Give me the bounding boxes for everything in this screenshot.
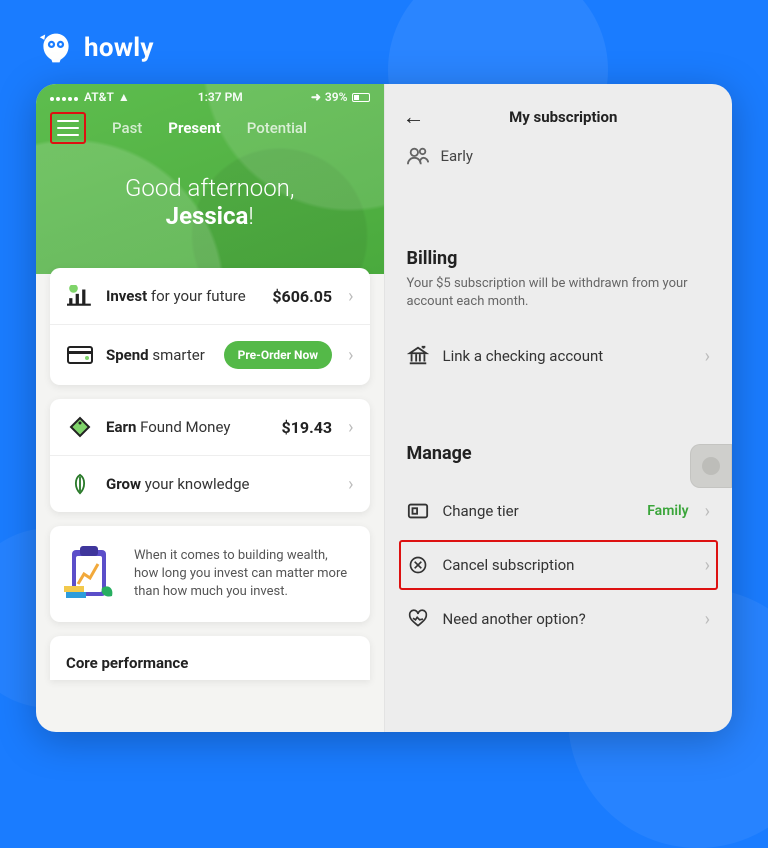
battery-icon	[352, 93, 370, 102]
billing-heading: Billing	[385, 248, 733, 275]
assistive-touch-button[interactable]	[690, 444, 732, 488]
promo-card[interactable]: When it comes to building wealth, how lo…	[50, 526, 370, 622]
hamburger-icon	[57, 120, 79, 136]
chart-icon	[66, 284, 94, 308]
row-change-tier[interactable]: Change tier Family ›	[385, 484, 733, 538]
row-link-account[interactable]: Link a checking account ›	[385, 329, 733, 383]
leaf-icon	[66, 472, 94, 496]
chevron-right-icon: ›	[705, 501, 710, 522]
current-tier-value: Family	[647, 503, 688, 519]
chevron-right-icon: ›	[705, 346, 710, 367]
manage-heading: Manage	[385, 443, 733, 470]
grow-bold: Grow	[106, 475, 141, 493]
signal-icon	[50, 90, 80, 104]
spend-rest: smarter	[149, 346, 205, 364]
carrier-label: AT&T	[84, 90, 114, 104]
core-performance-heading[interactable]: Core performance	[50, 636, 370, 680]
greeting: Good afternoon, Jessica!	[36, 144, 384, 250]
tab-present[interactable]: Present	[168, 119, 220, 137]
owl-icon	[38, 30, 74, 66]
status-bar: AT&T ▲ 1:37 PM ➜ 39%	[36, 84, 384, 104]
row-need-option[interactable]: Need another option? ›	[385, 592, 733, 646]
tab-potential[interactable]: Potential	[247, 119, 307, 137]
brand-name: howly	[84, 33, 154, 63]
row-cancel-subscription[interactable]: Cancel subscription ›	[399, 540, 719, 590]
promo-text: When it comes to building wealth, how lo…	[134, 547, 354, 602]
tier-icon	[407, 500, 429, 522]
greeting-bang: !	[248, 202, 253, 230]
invest-amount: $606.05	[272, 287, 332, 306]
chevron-right-icon: ›	[348, 286, 353, 307]
row-invest[interactable]: Invest for your future $606.05 ›	[50, 268, 370, 324]
row-grow[interactable]: Grow your knowledge ›	[50, 455, 370, 512]
chevron-right-icon: ›	[705, 609, 710, 630]
chevron-right-icon: ›	[705, 555, 710, 576]
spend-bold: Spend	[106, 346, 149, 364]
invest-bold: Invest	[106, 287, 147, 305]
clipboard-chart-icon	[62, 544, 122, 604]
chevron-right-icon: ›	[348, 474, 353, 495]
earn-amount: $19.43	[282, 418, 333, 437]
screen-subscription: ← My subscription Early Billing Your $5 …	[384, 84, 733, 732]
screenshots-container: AT&T ▲ 1:37 PM ➜ 39% Past Present	[36, 84, 732, 732]
brand-logo: howly	[38, 30, 154, 66]
heart-icon	[407, 608, 429, 630]
earn-bold: Earn	[106, 418, 136, 436]
chevron-right-icon: ›	[348, 417, 353, 438]
bluetooth-icon: ➜	[311, 90, 321, 104]
page-title: My subscription	[441, 108, 715, 126]
back-button[interactable]: ←	[403, 104, 431, 130]
clock-label: 1:37 PM	[198, 90, 243, 104]
greeting-line: Good afternoon,	[36, 174, 384, 202]
earn-rest: Found Money	[136, 418, 230, 436]
tab-past[interactable]: Past	[112, 119, 142, 137]
screen-home: AT&T ▲ 1:37 PM ➜ 39% Past Present	[36, 84, 384, 732]
wifi-icon: ▲	[118, 90, 130, 104]
change-tier-label: Change tier	[443, 502, 634, 520]
preorder-button[interactable]: Pre-Order Now	[224, 341, 332, 369]
need-option-label: Need another option?	[443, 610, 691, 628]
cancel-icon	[407, 554, 429, 576]
row-early[interactable]: Early	[385, 140, 733, 178]
row-earn[interactable]: Earn Found Money $19.43 ›	[50, 399, 370, 455]
early-label: Early	[441, 147, 474, 165]
menu-button[interactable]	[50, 112, 86, 144]
invest-rest: for your future	[147, 287, 245, 305]
billing-subtext: Your $5 subscription will be withdrawn f…	[385, 275, 733, 329]
row-spend[interactable]: Spend smarter Pre-Order Now ›	[50, 324, 370, 385]
people-icon	[407, 146, 429, 166]
grow-rest: your knowledge	[141, 475, 250, 493]
bank-icon	[407, 345, 429, 367]
greeting-name: Jessica	[166, 202, 249, 230]
tag-icon	[66, 415, 94, 439]
link-account-label: Link a checking account	[443, 347, 691, 365]
battery-label: 39%	[325, 90, 348, 104]
cancel-label: Cancel subscription	[443, 556, 691, 574]
chevron-right-icon: ›	[348, 345, 353, 366]
card-icon	[66, 343, 94, 367]
